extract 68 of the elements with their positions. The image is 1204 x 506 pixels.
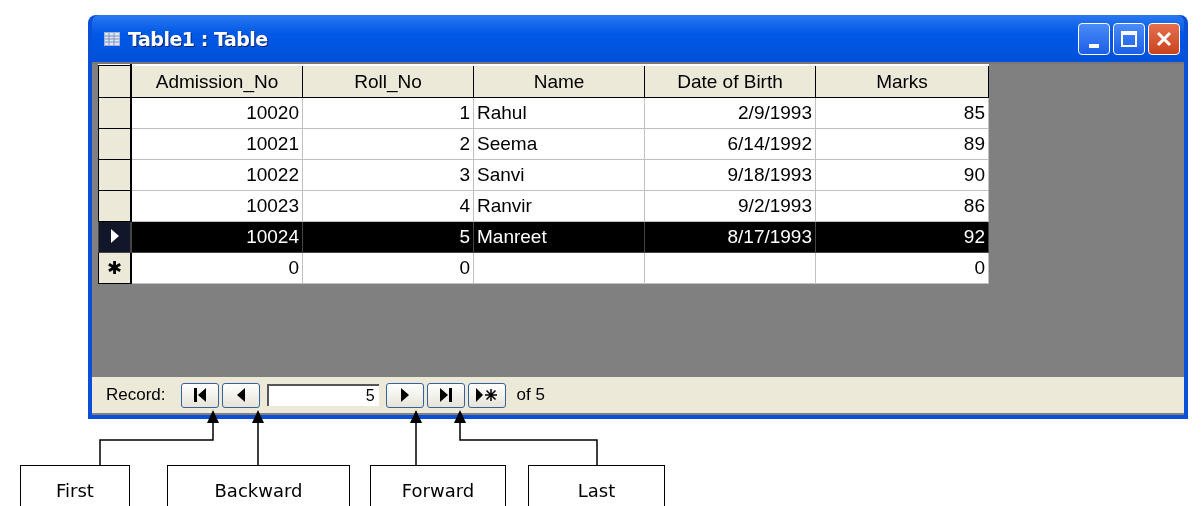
- callout-label: Backward: [167, 465, 350, 506]
- new-record-button[interactable]: [467, 382, 506, 408]
- table-cell: 1: [459, 102, 470, 123]
- last-record-button[interactable]: [426, 382, 465, 408]
- table-cell: 9/2/1993: [738, 195, 812, 216]
- window-title: Table1 : Table: [128, 27, 268, 50]
- table-cell: Manreet: [477, 226, 547, 247]
- callout-label: Forward: [370, 465, 506, 506]
- table-cell: Rahul: [477, 102, 527, 123]
- close-icon: [1156, 30, 1172, 47]
- table-cell: 0: [974, 257, 985, 278]
- table-cell: 2/9/1993: [738, 102, 812, 123]
- column-header[interactable]: Roll_No: [302, 65, 474, 98]
- record-count: of 5: [516, 385, 545, 405]
- previous-record-icon: [236, 388, 245, 402]
- record-selector[interactable]: [98, 221, 131, 253]
- record-selector[interactable]: [98, 159, 131, 191]
- callout-label: First: [20, 465, 130, 506]
- table-cell: 3: [459, 164, 470, 185]
- maximize-icon: [1121, 30, 1137, 47]
- table-cell: 6/14/1992: [727, 133, 812, 154]
- corner-cell[interactable]: [98, 65, 131, 98]
- minimize-button[interactable]: [1078, 22, 1110, 55]
- last-record-icon: [439, 388, 452, 402]
- table-cell: 4: [459, 195, 470, 216]
- table-cell: Sanvi: [477, 164, 525, 185]
- table-cell: 5: [459, 226, 470, 247]
- current-record-icon: [110, 228, 119, 243]
- first-record-button[interactable]: [180, 382, 219, 408]
- table-cell: 10023: [246, 195, 299, 216]
- callout-label: Last: [528, 465, 665, 506]
- column-header[interactable]: Name: [473, 65, 645, 98]
- column-header[interactable]: Date of Birth: [644, 65, 816, 98]
- minimize-icon: [1089, 43, 1099, 48]
- close-button[interactable]: [1148, 22, 1180, 55]
- new-record-selector[interactable]: ✱: [98, 252, 131, 284]
- table-cell: 90: [963, 164, 985, 185]
- column-header[interactable]: Marks: [815, 65, 989, 98]
- record-number-field[interactable]: 5: [266, 384, 379, 406]
- leader-line: [252, 410, 264, 466]
- maximize-button[interactable]: [1113, 22, 1145, 55]
- table-cell: Seema: [477, 133, 538, 154]
- table-cell: 9/18/1993: [727, 164, 812, 185]
- record-selector[interactable]: [98, 128, 131, 160]
- table-cell: Ranvir: [477, 195, 532, 216]
- table-cell: 85: [963, 102, 985, 123]
- table-cell: 10021: [246, 133, 299, 154]
- table-cell: 86: [963, 195, 985, 216]
- first-record-icon: [193, 388, 206, 402]
- record-label: Record:: [106, 385, 166, 405]
- record-selector[interactable]: [98, 190, 131, 222]
- table-cell: 2: [459, 133, 470, 154]
- table-cell: 89: [963, 133, 985, 154]
- table-cell: 10020: [246, 102, 299, 123]
- table-cell: 8/17/1993: [727, 226, 812, 247]
- table-cell: 0: [459, 257, 470, 278]
- table-cell: 10024: [246, 226, 299, 247]
- record-selector[interactable]: [98, 97, 131, 129]
- table-icon: [104, 31, 120, 46]
- table-cell: 0: [288, 257, 299, 278]
- previous-record-button[interactable]: [221, 382, 260, 408]
- table-cell: 92: [963, 226, 985, 247]
- next-record-button[interactable]: [385, 382, 424, 408]
- column-header[interactable]: Admission_No: [131, 65, 303, 98]
- next-record-icon: [400, 388, 409, 402]
- table-cell: 10022: [246, 164, 299, 185]
- leader-line: [410, 410, 422, 466]
- new-record-icon: [475, 388, 498, 402]
